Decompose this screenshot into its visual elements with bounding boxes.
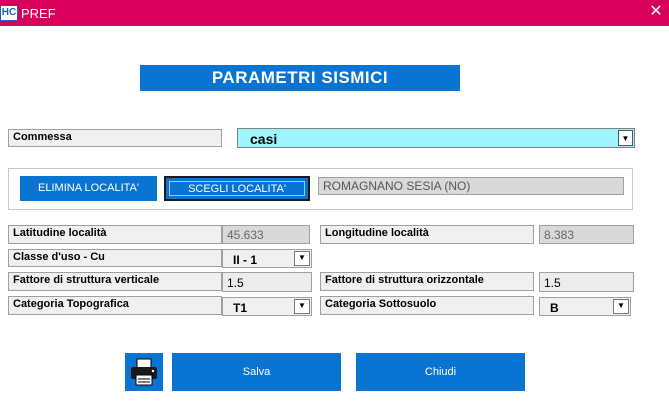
print-button[interactable] [125,353,163,391]
longitude-label: Longitudine località [320,225,534,244]
close-icon[interactable]: ✕ [646,2,666,22]
classe-uso-select[interactable]: II - 1 ▼ [222,249,312,268]
printer-icon [131,358,157,386]
fattore-verticale-label: Fattore di struttura verticale [8,272,222,291]
choose-location-label: SCEGLI LOCALITA' [169,181,305,196]
fattore-orizzontale-field[interactable]: 1.5 [539,272,634,292]
categoria-topografica-select[interactable]: T1 ▼ [222,297,312,316]
page-title: PARAMETRI SISMICI [140,65,460,91]
chevron-down-icon[interactable]: ▼ [613,299,629,314]
categoria-sottosuolo-label: Categoria Sottosuolo [320,296,534,315]
chevron-down-icon[interactable]: ▼ [294,299,310,314]
delete-location-button[interactable]: ELIMINA LOCALITA' [20,176,157,201]
commessa-label: Commessa [8,129,222,147]
title-bar: HC PREF ✕ [0,0,669,26]
fattore-verticale-field[interactable]: 1.5 [222,272,312,292]
categoria-sottosuolo-value: B [550,301,559,315]
save-button[interactable]: Salva [172,353,341,391]
categoria-sottosuolo-select[interactable]: B ▼ [539,297,631,316]
location-name-field: ROMAGNANO SESIA (NO) [318,177,624,195]
classe-uso-label: Classe d'uso - Cu [8,249,222,267]
latitude-field: 45.633 [222,225,310,244]
chevron-down-icon[interactable]: ▼ [294,251,310,266]
choose-location-button[interactable]: SCEGLI LOCALITA' [164,176,310,201]
categoria-topografica-label: Categoria Topografica [8,296,222,315]
fattore-orizzontale-label: Fattore di struttura orizzontale [320,272,534,291]
longitude-field: 8.383 [539,225,634,244]
chevron-down-icon[interactable]: ▼ [618,130,633,146]
close-button[interactable]: Chiudi [356,353,525,391]
classe-uso-value: II - 1 [233,253,258,267]
latitude-label: Latitudine località [8,225,222,244]
categoria-topografica-value: T1 [233,301,248,315]
app-icon: HC [0,5,18,21]
window-title: PREF [21,6,56,21]
commessa-select[interactable]: casi ▼ [237,128,635,148]
commessa-value: casi [250,131,278,147]
